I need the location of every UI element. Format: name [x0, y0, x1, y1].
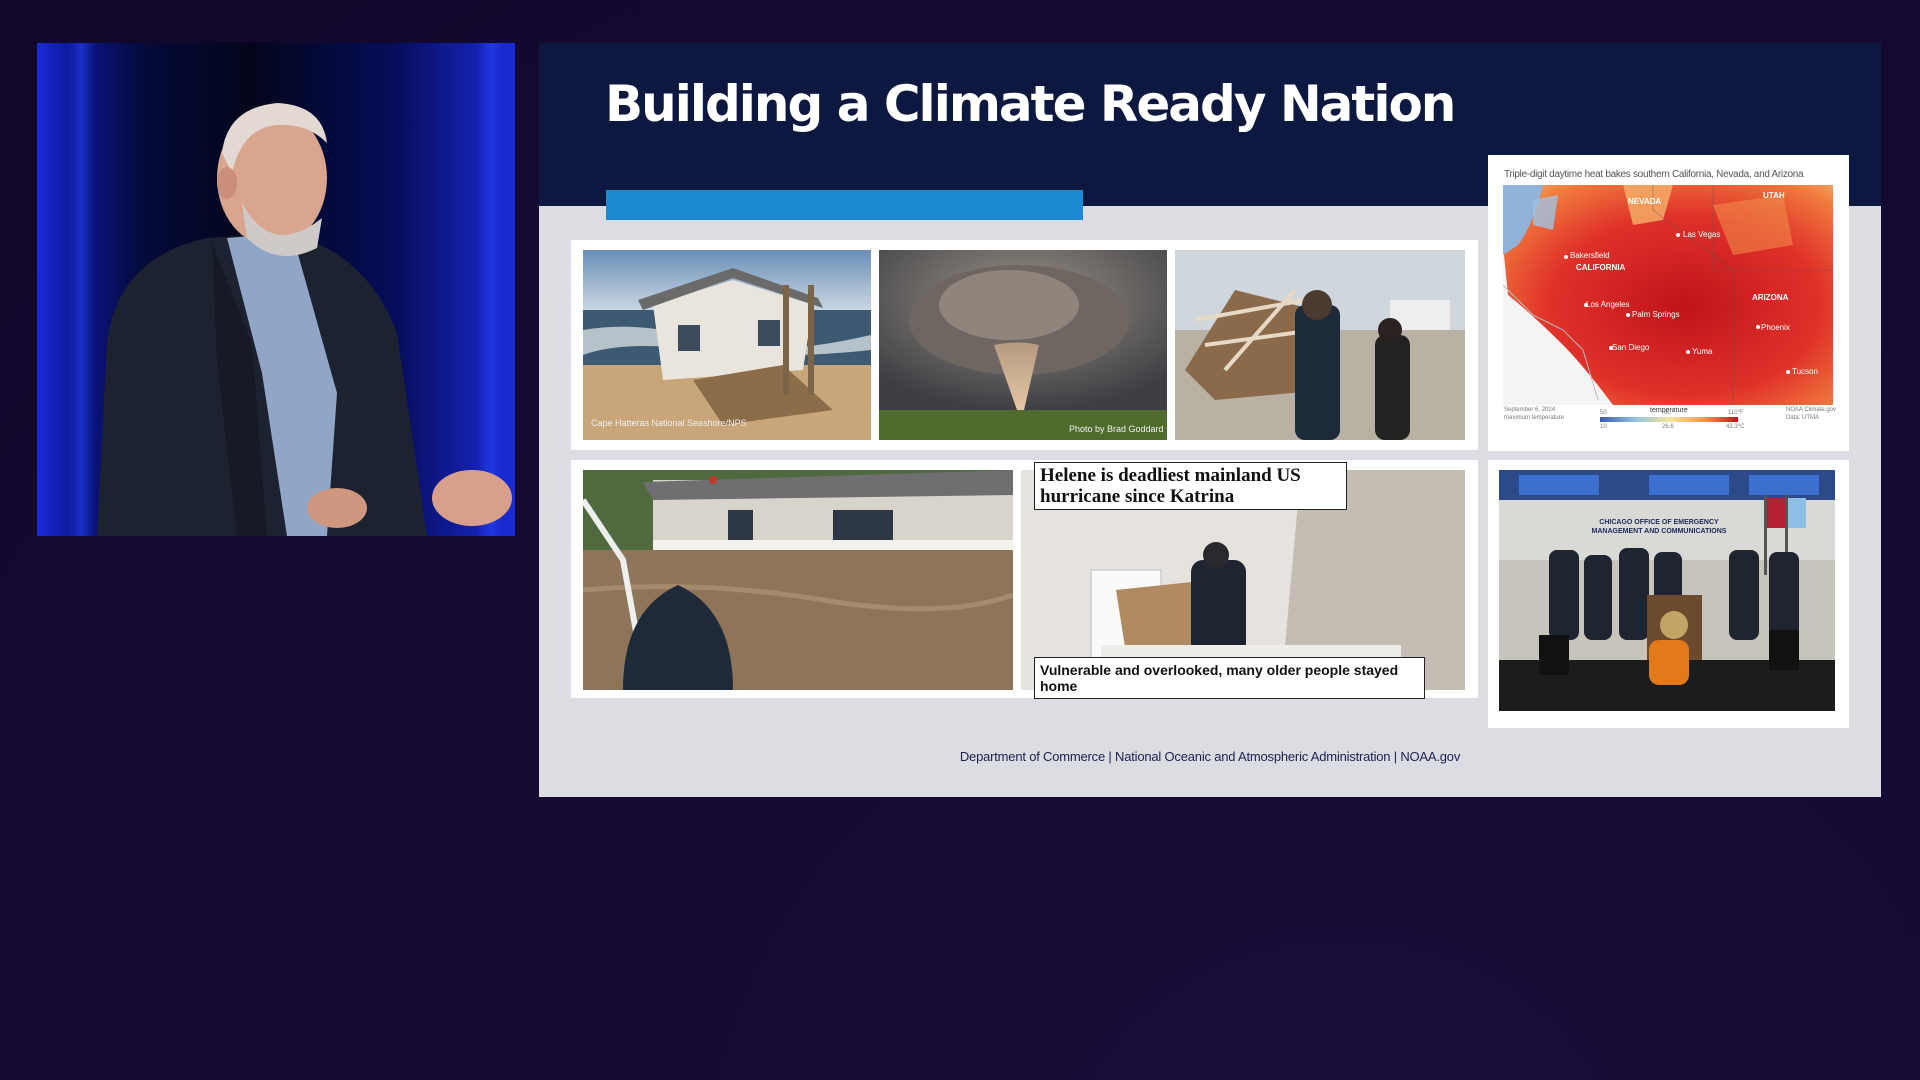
press-conference-photo: CHICAGO OFFICE OF EMERGENCY MANAGEMENT A… — [1499, 470, 1835, 711]
storm-debris-photo — [1175, 250, 1465, 440]
presentation-slide: Building a Climate Ready Nation Cape Hat… — [539, 43, 1881, 797]
beach-house-credit: Cape Hatteras National Seashore/NPS — [591, 418, 747, 428]
tornado-photo: Photo by Brad Goddard — [879, 250, 1167, 440]
map-label-palm-springs: Palm Springs — [1632, 310, 1680, 319]
map-label-nevada: NEVADA — [1628, 197, 1662, 206]
heat-map-title: Triple-digit daytime heat bakes southern… — [1504, 169, 1804, 180]
map-label-san-diego: San Diego — [1612, 343, 1650, 352]
legend-tick-f-80: 80 — [1664, 410, 1671, 416]
slide-footer: Department of Commerce | National Oceani… — [959, 749, 1461, 764]
map-label-las-vegas: Las Vegas — [1683, 230, 1721, 239]
bottom-photo-panel: Helene is deadliest mainland US hurrican… — [571, 460, 1478, 699]
map-label-yuma: Yuma — [1692, 347, 1713, 356]
map-date-note: September 6, 2024 — [1504, 407, 1556, 413]
map-label-california: CALIFORNIA — [1576, 263, 1626, 272]
map-source-sub: Data: UTMA — [1786, 415, 1820, 421]
map-label-utah: UTAH — [1763, 191, 1785, 200]
press-conference-banner: CHICAGO OFFICE OF EMERGENCY MANAGEMENT A… — [1591, 519, 1727, 535]
collapsed-beach-house-photo: Cape Hatteras National Seashore/NPS — [583, 250, 871, 440]
speaker-video — [37, 43, 515, 536]
heat-map-panel: Triple-digit daytime heat bakes southern… — [1488, 155, 1849, 451]
legend-tick-c-10: 10 — [1600, 424, 1607, 430]
helene-headline: Helene is deadliest mainland US hurrican… — [1034, 462, 1347, 510]
legend-tick-f-110: 110°F — [1728, 410, 1744, 416]
map-label-los-angeles: Los Angeles — [1586, 300, 1630, 309]
speaker-figure — [97, 103, 512, 536]
legend-tick-f-50: 50 — [1600, 410, 1607, 416]
title-accent-bar — [606, 190, 1083, 220]
map-label-tucson: Tucson — [1792, 367, 1818, 376]
slide-title: Building a Climate Ready Nation — [605, 75, 1456, 133]
temperature-legend-bar — [1600, 417, 1738, 422]
map-label-arizona: ARIZONA — [1752, 293, 1789, 302]
older-people-caption: Vulnerable and overlooked, many older pe… — [1034, 657, 1425, 699]
map-label-phoenix: Phoenix — [1761, 323, 1790, 332]
legend-tick-c-26: 26.6 — [1662, 424, 1674, 430]
top-photo-panel: Cape Hatteras National Seashore/NPS Phot… — [571, 240, 1478, 450]
legend-tick-c-43: 43.3°C — [1726, 424, 1745, 430]
tornado-credit: Photo by Brad Goddard — [1069, 424, 1164, 434]
map-date-sub: maximum temperature — [1504, 415, 1565, 421]
press-conference-panel: CHICAGO OFFICE OF EMERGENCY MANAGEMENT A… — [1488, 460, 1849, 728]
map-source-note: NOAA Climate.gov — [1786, 407, 1837, 413]
map-label-bakersfield: Bakersfield — [1570, 251, 1610, 260]
flooded-home-photo — [583, 470, 1013, 690]
